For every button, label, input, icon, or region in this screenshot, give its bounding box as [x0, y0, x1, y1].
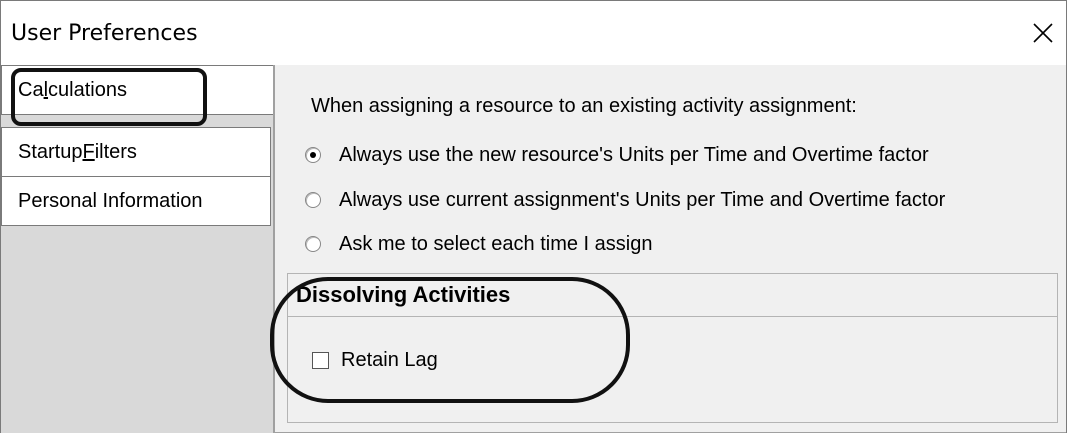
tab-startup-filters[interactable]: Startup Filters	[1, 127, 271, 177]
retain-lag-label: Retain Lag	[341, 349, 438, 371]
tab-personal-information-label: Personal Information	[18, 189, 203, 212]
tab-calculations-label-pre: Ca	[18, 78, 44, 101]
radio-option-ask-me-label: Ask me to select each time I assign	[339, 232, 653, 255]
calculations-panel: When assigning a resource to an existing…	[273, 65, 1066, 433]
dissolving-activities-header: Dissolving Activities	[288, 274, 1057, 317]
radio-option-new-resource-label: Always use the new resource's Units per …	[339, 143, 929, 166]
user-preferences-dialog: User Preferences Ca l culations Startup Fi…	[0, 0, 1067, 433]
tab-calculations[interactable]: Ca l culations	[1, 65, 273, 115]
close-icon	[1033, 23, 1053, 43]
radio-button[interactable]	[305, 192, 321, 208]
tab-startup-filters-label-post: ilters	[94, 140, 137, 163]
preferences-sidebar: Ca l culations Startup Filters Personal In…	[1, 65, 273, 433]
radio-option-ask-me[interactable]: Ask me to select each time I assign	[305, 229, 652, 259]
radio-button[interactable]	[305, 236, 321, 252]
dialog-title: User Preferences	[11, 21, 198, 46]
title-bar: User Preferences	[1, 1, 1066, 66]
dissolving-activities-group: Dissolving Activities Retain Lag	[287, 273, 1058, 423]
radio-option-new-resource[interactable]: Always use the new resource's Units per …	[305, 140, 929, 170]
tab-startup-filters-accesskey: F	[82, 140, 95, 163]
radio-option-current-assignment-label: Always use current assignment's Units pe…	[339, 188, 946, 211]
tab-calculations-label-post: culations	[48, 78, 127, 101]
radio-option-current-assignment[interactable]: Always use current assignment's Units pe…	[305, 185, 945, 215]
tab-personal-information[interactable]: Personal Information	[1, 176, 271, 226]
retain-lag-checkbox[interactable]	[312, 352, 329, 369]
radio-button-checked[interactable]	[305, 147, 321, 163]
close-button[interactable]	[1020, 13, 1066, 53]
assignment-prompt: When assigning a resource to an existing…	[311, 95, 857, 117]
retain-lag-option[interactable]: Retain Lag	[312, 349, 438, 372]
tab-startup-filters-label-pre: Startup	[18, 140, 83, 163]
